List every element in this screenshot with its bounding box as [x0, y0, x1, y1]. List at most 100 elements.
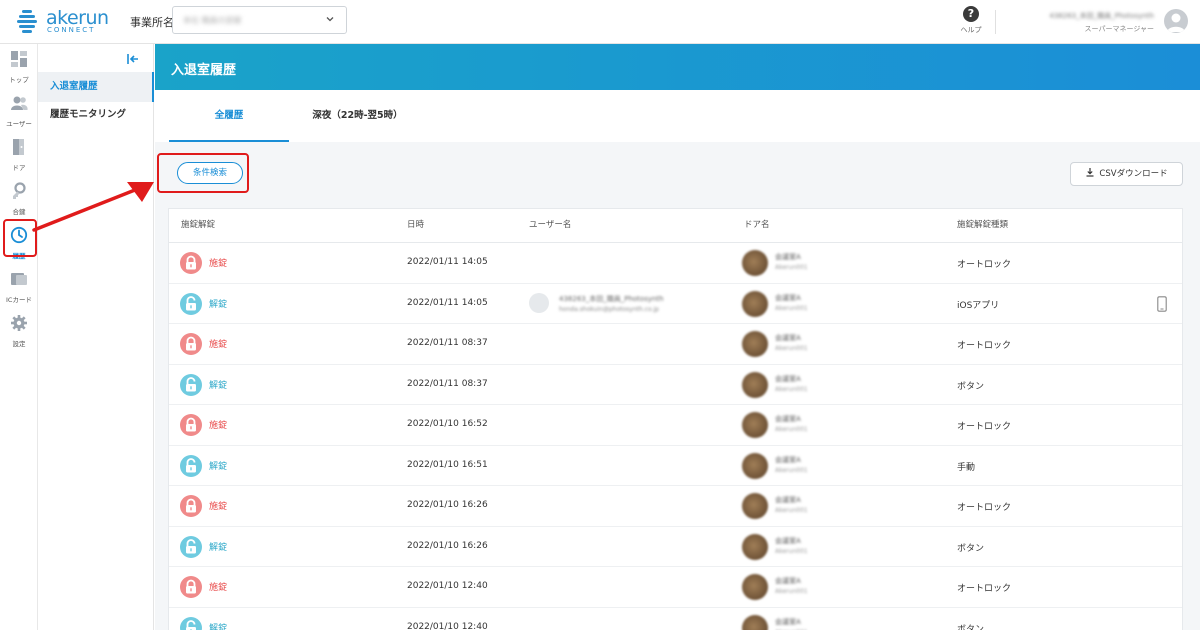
main-content: 入退室履歴 全履歴 深夜（22時-翌5時） 条件検索 CSVダウンロード 施錠解…	[155, 44, 1200, 630]
users-icon	[11, 96, 28, 110]
user-avatar-icon	[529, 292, 549, 313]
office-select[interactable]: 本社 職員の部屋	[172, 6, 347, 34]
lock-status: 解錠	[209, 299, 228, 310]
unlock-icon	[180, 454, 202, 477]
column-header-datetime: 日時	[407, 220, 425, 230]
table-row[interactable]: 施錠 2022/01/10 16:26 会議室A Akerun001 オートロック	[169, 486, 1182, 527]
icon-rail: トップ ユーザー ドア 合鍵 履歴 ICカード 設定	[0, 44, 38, 630]
row-datetime: 2022/01/10 16:26	[407, 500, 488, 510]
table-row[interactable]: 施錠 2022/01/10 12:40 会議室A Akerun001 オートロック	[169, 567, 1182, 608]
app: akerun CONNECT 事業所名 本社 職員の部屋 ? ヘルプ 43826…	[0, 0, 1200, 630]
header-divider	[995, 10, 996, 34]
row-door-name[interactable]: 会議室A	[775, 495, 801, 505]
door-thumbnail	[742, 412, 768, 438]
row-door-name[interactable]: 会議室A	[775, 617, 801, 627]
rail-item-doors[interactable]: ドア	[0, 134, 38, 174]
lock-icon	[180, 333, 202, 355]
lock-status: 解錠	[209, 542, 228, 553]
csv-download-button[interactable]: CSVダウンロード	[1070, 162, 1183, 186]
row-door-name[interactable]: 会議室A	[775, 333, 801, 343]
column-header-user-name: ユーザー名	[529, 220, 572, 230]
lock-status: 施錠	[209, 583, 228, 593]
lock-status: 解錠	[209, 461, 228, 472]
row-lock-type: ボタン	[957, 381, 985, 392]
row-door-name[interactable]: 会議室A	[775, 293, 801, 303]
row-door-device: Akerun001	[775, 264, 808, 271]
row-lock-type: オートロック	[957, 503, 1012, 513]
lock-status: 施錠	[209, 340, 228, 350]
row-lock-type: オートロック	[957, 260, 1012, 270]
column-header-lock-type: 施錠解錠種類	[957, 220, 1009, 230]
rail-item-ic-card[interactable]: ICカード	[0, 266, 38, 306]
office-label: 事業所名	[130, 16, 174, 29]
column-header-door-name: ドア名	[744, 220, 770, 230]
table-row[interactable]: 施錠 2022/01/11 08:37 会議室A Akerun001 オートロック	[169, 324, 1182, 365]
akerun-logo[interactable]: akerun CONNECT	[16, 7, 109, 37]
top-bar: akerun CONNECT 事業所名 本社 職員の部屋 ? ヘルプ 43826…	[0, 0, 1200, 44]
user-role: スーパーマネージャー	[1084, 25, 1154, 33]
rail-item-settings[interactable]: 設定	[0, 310, 38, 350]
history-table: 施錠解錠 日時 ユーザー名 ドア名 施錠解錠種類 施錠 2022/01/11 14…	[168, 208, 1183, 630]
logo-sub: CONNECT	[47, 26, 96, 34]
rail-item-label: ユーザー	[6, 120, 32, 128]
table-row[interactable]: 解錠 2022/01/11 14:05 438263_本田_職員_Photosynt…	[169, 284, 1182, 324]
door-icon	[13, 139, 24, 155]
row-user-name[interactable]: 438263_本田_職員_Photosynth	[559, 294, 664, 304]
rail-item-top[interactable]: トップ	[0, 46, 38, 86]
table-row[interactable]: 解錠2022/01/10 12:40会議室AAkerun001ボタン	[169, 608, 1182, 630]
row-door-name[interactable]: 会議室A	[775, 576, 801, 586]
row-lock-type: オートロック	[957, 341, 1012, 351]
help-icon: ?	[963, 6, 979, 22]
user-avatar-icon	[1167, 13, 1185, 32]
tab-late-night[interactable]: 深夜（22時-翌5時）	[295, 90, 420, 142]
unlock-icon	[180, 535, 202, 558]
subnav-item-history-monitoring[interactable]: 履歴モニタリング	[38, 100, 154, 130]
unlock-icon	[180, 616, 202, 630]
help-button[interactable]: ? ヘルプ	[956, 6, 986, 38]
row-datetime: 2022/01/10 12:40	[407, 581, 488, 591]
tab-all-history[interactable]: 全履歴	[169, 90, 289, 142]
lock-status: 施錠	[209, 502, 228, 512]
table-row[interactable]: 施錠 2022/01/10 16:52 会議室A Akerun001 オートロック	[169, 405, 1182, 446]
rail-item-label: ICカード	[6, 296, 32, 304]
table-row[interactable]: 解錠 2022/01/10 16:26 会議室A Akerun001 ボタン	[169, 527, 1182, 567]
filter-search-button[interactable]: 条件検索	[177, 162, 243, 184]
download-icon	[1086, 168, 1094, 177]
smartphone-icon	[1157, 295, 1167, 312]
row-door-name[interactable]: 会議室A	[775, 252, 801, 262]
row-door-name[interactable]: 会議室A	[775, 536, 801, 546]
row-lock-type: ボタン	[957, 624, 985, 630]
table-row[interactable]: 解錠 2022/01/11 08:37 会議室A Akerun001 ボタン	[169, 365, 1182, 405]
page-title: 入退室履歴	[171, 63, 237, 78]
lock-status: 施錠	[209, 259, 228, 269]
user-avatar[interactable]	[1164, 9, 1188, 33]
collapse-sidebar-icon[interactable]	[126, 52, 140, 66]
table-row[interactable]: 施錠 2022/01/11 14:05 会議室A Akerun001 オートロック	[169, 243, 1182, 284]
annotation-arrow-icon	[32, 182, 154, 232]
rail-item-users[interactable]: ユーザー	[0, 90, 38, 130]
table-row[interactable]: 解錠 2022/01/10 16:51 会議室A Akerun001 手動	[169, 446, 1182, 486]
row-datetime: 2022/01/11 08:37	[407, 378, 488, 389]
subnav-item-access-history[interactable]: 入退室履歴	[38, 72, 154, 102]
row-door-name[interactable]: 会議室A	[775, 374, 801, 384]
lock-icon	[180, 414, 202, 436]
tab-bar: 全履歴 深夜（22時-翌5時）	[155, 90, 1200, 142]
card-icon	[11, 273, 27, 285]
row-door-device: Akerun001	[775, 588, 808, 595]
lock-icon	[180, 252, 202, 274]
office-select-value: 本社 職員の部屋	[183, 16, 242, 25]
row-door-name[interactable]: 会議室A	[775, 455, 801, 465]
door-thumbnail	[742, 371, 768, 398]
door-thumbnail	[742, 290, 768, 317]
row-door-name[interactable]: 会議室A	[775, 414, 801, 424]
lock-status: 施錠	[209, 421, 228, 431]
column-header-lock-status: 施錠解錠	[181, 220, 216, 230]
chevron-down-icon	[326, 17, 334, 22]
row-door-device: Akerun001	[775, 507, 808, 514]
user-name[interactable]: 438263_本田_職員_Photosynth	[1049, 11, 1154, 21]
row-datetime: 2022/01/10 16:51	[407, 459, 488, 470]
row-datetime: 2022/01/11 08:37	[407, 338, 488, 348]
row-datetime: 2022/01/10 16:52	[407, 419, 488, 429]
csv-download-label: CSVダウンロード	[1099, 169, 1168, 179]
lock-icon	[180, 495, 202, 517]
